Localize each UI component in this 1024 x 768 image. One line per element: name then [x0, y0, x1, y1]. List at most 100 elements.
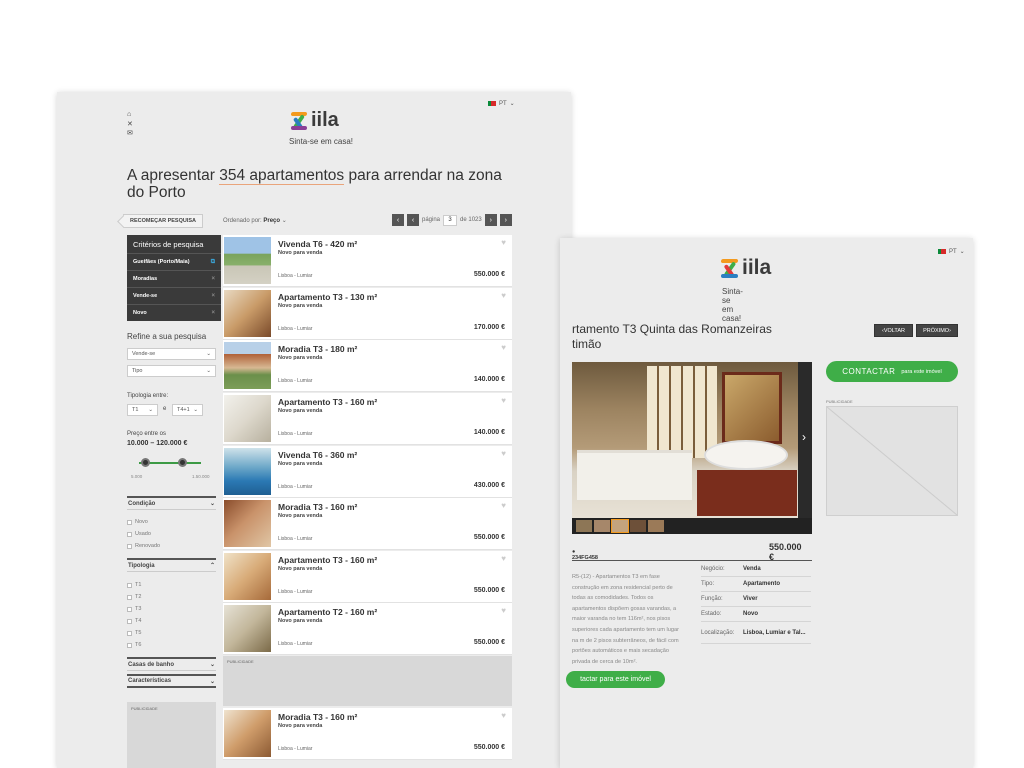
photo-thumb[interactable]: [611, 519, 629, 533]
close-icon[interactable]: ×: [211, 293, 215, 299]
listing-title[interactable]: Apartamento T3 - 160 m²: [278, 397, 377, 407]
criteria-item[interactable]: Gueifães (Porto/Maia) ⧉: [127, 253, 221, 270]
listing-thumbnail[interactable]: [224, 342, 271, 389]
next-page-button[interactable]: ›: [484, 214, 497, 226]
listing-thumbnail[interactable]: [224, 237, 271, 284]
range-max-handle[interactable]: [178, 458, 187, 467]
detail-ad: [826, 406, 958, 516]
checkbox[interactable]: [127, 594, 132, 600]
share-icon[interactable]: ✕: [127, 121, 133, 128]
criteria-item[interactable]: Moradias ×: [127, 270, 221, 287]
listing-card[interactable]: Vivenda T6 - 420 m² Novo para venda Lisb…: [223, 235, 512, 287]
checkbox[interactable]: [127, 543, 132, 549]
listing-thumbnail[interactable]: [224, 448, 271, 495]
listing-title[interactable]: Apartamento T2 - 160 m²: [278, 607, 377, 617]
checkbox[interactable]: [127, 618, 132, 624]
photo-thumb[interactable]: [594, 520, 610, 532]
heart-icon[interactable]: ♥: [501, 343, 506, 352]
listing-card[interactable]: Apartamento T2 - 160 m² Novo para venda …: [223, 603, 512, 655]
page-input[interactable]: 3: [443, 214, 458, 226]
tipologia-option[interactable]: T1: [127, 582, 141, 588]
home-icon[interactable]: ⌂: [127, 111, 131, 118]
contact-small-button[interactable]: tactar para este imóvel: [566, 671, 665, 688]
heart-icon[interactable]: ♥: [501, 238, 506, 247]
business-select[interactable]: Vende-se ⌄: [127, 348, 216, 360]
photo-thumb[interactable]: [630, 520, 646, 532]
close-icon[interactable]: ×: [211, 310, 215, 316]
tipologia-from-select[interactable]: T1 ⌄: [127, 404, 158, 416]
heart-icon[interactable]: ♥: [501, 396, 506, 405]
checkbox[interactable]: [127, 519, 132, 525]
tipologia-to-select[interactable]: T4+1 ⌄: [172, 404, 203, 416]
checkbox[interactable]: [127, 606, 132, 612]
criteria-item[interactable]: Novo ×: [127, 304, 221, 321]
listing-thumbnail[interactable]: [224, 605, 271, 652]
heart-icon[interactable]: ♥: [501, 291, 506, 300]
tipologia-option[interactable]: T3: [127, 606, 141, 612]
heart-icon[interactable]: ♥: [501, 501, 506, 510]
logo[interactable]: iila: [290, 109, 339, 132]
mail-icon[interactable]: ✉: [127, 130, 133, 137]
checkbox[interactable]: [127, 630, 132, 636]
chevron-right-icon[interactable]: ›: [802, 430, 806, 444]
condicao-option[interactable]: Usado: [127, 531, 151, 537]
listing-card[interactable]: Moradia T3 - 160 m² Novo para venda Lisb…: [223, 498, 512, 550]
listing-card[interactable]: Vivenda T6 - 360 m² Novo para venda Lisb…: [223, 446, 512, 498]
listing-title[interactable]: Apartamento T3 - 130 m²: [278, 292, 377, 302]
logo[interactable]: iila: [720, 256, 771, 280]
checkbox[interactable]: [127, 642, 132, 648]
caracteristicas-section[interactable]: Características ⌄: [127, 674, 216, 688]
tipologia-option[interactable]: T6: [127, 642, 141, 648]
listing-thumbnail[interactable]: [224, 553, 271, 600]
listing-title[interactable]: Moradia T3 - 160 m²: [278, 502, 357, 512]
listing-title[interactable]: Moradia T3 - 160 m²: [278, 712, 357, 722]
condicao-option[interactable]: Renovado: [127, 543, 160, 549]
contact-button[interactable]: CONTACTAR para este imóvel: [826, 361, 958, 382]
listing-card[interactable]: Apartamento T3 - 160 m² Novo para venda …: [223, 551, 512, 603]
photo-thumb[interactable]: [576, 520, 592, 532]
listing-card[interactable]: Moradia T3 - 160 m² Novo para venda Lisb…: [223, 708, 512, 760]
property-photo-gallery[interactable]: ›: [572, 362, 812, 534]
listing-thumbnail[interactable]: [224, 710, 271, 757]
close-icon[interactable]: ×: [211, 276, 215, 282]
tipologia-option[interactable]: T4: [127, 618, 141, 624]
tipologia-section[interactable]: Tipologia ⌃: [127, 558, 216, 572]
condicao-option[interactable]: Novo: [127, 519, 148, 525]
range-min-handle[interactable]: [141, 458, 150, 467]
heart-icon[interactable]: ♥: [501, 449, 506, 458]
casas-de-banho-section[interactable]: Casas de banho ⌄: [127, 657, 216, 671]
next-button[interactable]: PRÓXIMO ›: [916, 324, 958, 337]
edit-icon[interactable]: ⧉: [211, 259, 215, 266]
listing-thumbnail[interactable]: [224, 290, 271, 337]
listing-thumbnail[interactable]: [224, 500, 271, 547]
listing-thumbnail[interactable]: [224, 395, 271, 442]
language-selector[interactable]: PT ⌄: [488, 100, 515, 107]
first-page-button[interactable]: ‹: [392, 214, 404, 226]
checkbox[interactable]: [127, 582, 132, 588]
listing-title[interactable]: Vivenda T6 - 360 m²: [278, 450, 357, 460]
condicao-section[interactable]: Condição ⌄: [127, 496, 216, 510]
listing-title[interactable]: Vivenda T6 - 420 m²: [278, 239, 357, 249]
last-page-button[interactable]: ›: [499, 214, 512, 226]
criteria-item[interactable]: Vende-se ×: [127, 287, 221, 304]
back-button[interactable]: ‹ VOLTAR: [874, 324, 913, 337]
checkbox[interactable]: [127, 531, 132, 537]
restart-search-button[interactable]: RECOMEÇAR PESQUISA: [123, 214, 203, 228]
listing-title[interactable]: Apartamento T3 - 160 m²: [278, 555, 377, 565]
listing-title[interactable]: Moradia T3 - 180 m²: [278, 344, 357, 354]
heart-icon[interactable]: ♥: [501, 711, 506, 720]
heart-icon[interactable]: ♥: [501, 606, 506, 615]
price-range-slider[interactable]: [139, 458, 201, 467]
prev-page-button[interactable]: ‹: [407, 214, 419, 226]
listing-card[interactable]: Apartamento T3 - 130 m² Novo para venda …: [223, 288, 512, 340]
photo-thumb[interactable]: [648, 520, 664, 532]
tipologia-option[interactable]: T5: [127, 630, 141, 636]
language-selector[interactable]: PT ⌄: [938, 248, 965, 255]
listing-card[interactable]: Moradia T3 - 180 m² Novo para venda Lisb…: [223, 340, 512, 392]
pagination: ‹ ‹ página 3 de 1023 › ›: [392, 214, 512, 226]
listing-card[interactable]: Apartamento T3 - 160 m² Novo para venda …: [223, 393, 512, 445]
tipologia-option[interactable]: T2: [127, 594, 141, 600]
heart-icon[interactable]: ♥: [501, 554, 506, 563]
order-by[interactable]: Ordenado por: Preço ⌄: [223, 217, 287, 224]
type-select[interactable]: Tipo ⌄: [127, 365, 216, 377]
